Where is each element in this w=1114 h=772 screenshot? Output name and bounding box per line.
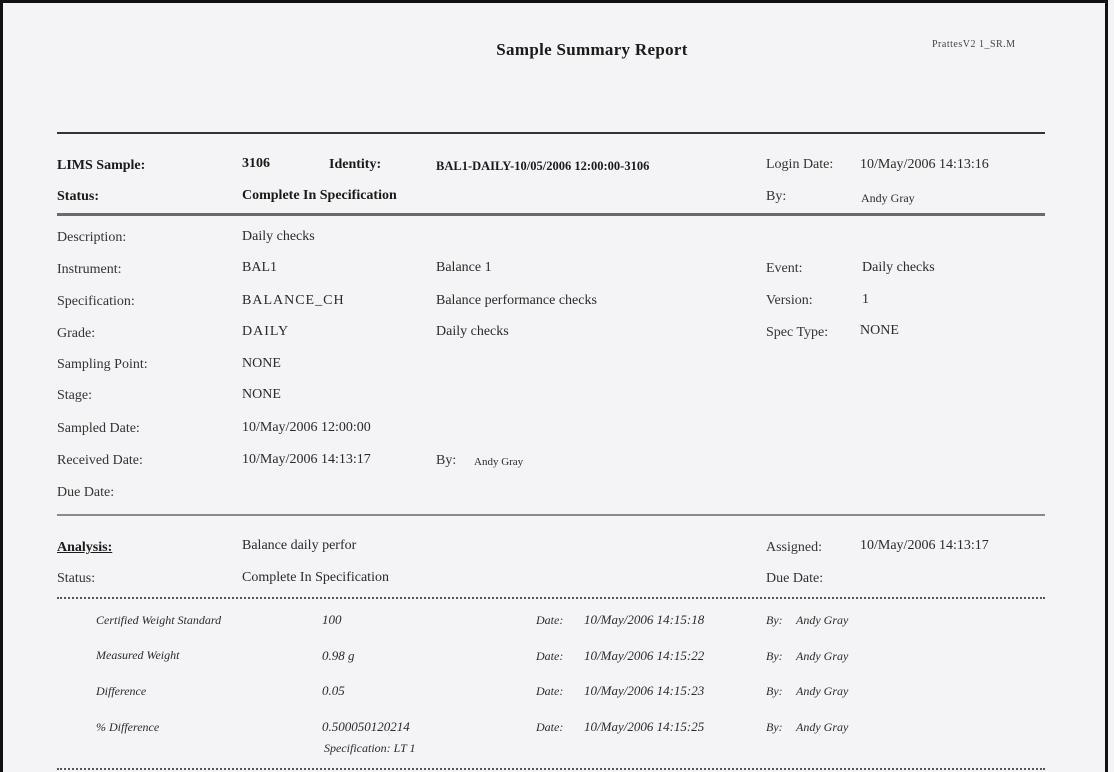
result-value: 100 xyxy=(322,612,342,627)
due-date-label: Due Date: xyxy=(57,485,115,500)
login-date-value: 10/May/2006 14:13:16 xyxy=(860,157,989,172)
description-value: Daily checks xyxy=(242,229,315,244)
result-by: Andy Gray xyxy=(796,649,849,663)
result-value: 0.500050120214 xyxy=(322,719,410,734)
specification-label: Specification: xyxy=(57,294,135,309)
analysis-status-value: Complete In Specification xyxy=(242,570,389,585)
result-name: Certified Weight Standard xyxy=(96,613,222,627)
result-by-label: By: xyxy=(766,613,783,627)
result-value: 0.05 xyxy=(322,683,345,698)
result-date-label: Date: xyxy=(536,684,564,698)
identity-label: Identity: xyxy=(329,157,382,172)
analysis-status-label: Status: xyxy=(57,571,96,586)
grade-value: DAILY xyxy=(242,324,290,339)
result-date-label: Date: xyxy=(536,649,564,663)
specification-description: Balance performance checks xyxy=(436,293,597,308)
result-date: 10/May/2006 14:15:18 xyxy=(584,612,705,627)
analysis-due-date-label: Due Date: xyxy=(766,571,824,586)
result-date: 10/May/2006 14:15:22 xyxy=(584,648,705,663)
by-label: By: xyxy=(766,189,787,204)
result-by-label: By: xyxy=(766,649,783,663)
result-date-label: Date: xyxy=(536,720,564,734)
result-by: Andy Gray xyxy=(796,613,849,627)
result-name: % Difference xyxy=(96,720,160,734)
lims-sample-label: LIMS Sample: xyxy=(57,158,146,173)
identity-value: BAL1-DAILY-10/05/2006 12:00:00-3106 xyxy=(436,159,650,173)
assigned-value: 10/May/2006 14:13:17 xyxy=(860,538,989,553)
header-divider xyxy=(57,132,1045,134)
received-date-value: 10/May/2006 14:13:17 xyxy=(242,452,371,467)
result-by-label: By: xyxy=(766,720,783,734)
stage-value: NONE xyxy=(242,387,281,402)
result-specification-note: Specification: LT 1 xyxy=(324,741,416,755)
sampling-point-value: NONE xyxy=(242,356,281,371)
analysis-dotted-divider xyxy=(57,597,1045,599)
status-value: Complete In Specification xyxy=(242,188,397,203)
grade-description: Daily checks xyxy=(436,324,509,339)
instrument-description: Balance 1 xyxy=(436,260,492,275)
spec-type-label: Spec Type: xyxy=(766,325,829,340)
version-value: 1 xyxy=(862,292,869,307)
received-date-label: Received Date: xyxy=(57,453,143,468)
assigned-label: Assigned: xyxy=(766,540,822,555)
analysis-value: Balance daily perfor xyxy=(242,538,357,553)
instrument-label: Instrument: xyxy=(57,262,122,277)
stage-label: Stage: xyxy=(57,388,92,403)
event-label: Event: xyxy=(766,261,803,276)
details-divider xyxy=(57,514,1045,516)
sampling-point-label: Sampling Point: xyxy=(57,357,148,372)
result-name: Difference xyxy=(96,684,147,698)
spec-type-value: NONE xyxy=(860,323,899,338)
instrument-value: BAL1 xyxy=(242,260,277,275)
result-name: Measured Weight xyxy=(96,648,180,662)
results-dotted-divider xyxy=(57,768,1045,770)
version-label: Version: xyxy=(766,293,813,308)
analysis-label: Analysis: xyxy=(57,540,113,555)
result-date-label: Date: xyxy=(536,613,564,627)
report-id: PrattesV2 1_SR.M xyxy=(932,39,1016,50)
specification-value: BALANCE_CH xyxy=(242,293,345,308)
lims-sample-value: 3106 xyxy=(242,156,270,171)
by-value: Andy Gray xyxy=(861,191,915,205)
result-date: 10/May/2006 14:15:25 xyxy=(584,719,705,734)
grade-label: Grade: xyxy=(57,326,96,341)
login-date-label: Login Date: xyxy=(766,157,834,172)
result-date: 10/May/2006 14:15:23 xyxy=(584,683,705,698)
result-by: Andy Gray xyxy=(796,684,849,698)
result-by-label: By: xyxy=(766,684,783,698)
sampled-date-value: 10/May/2006 12:00:00 xyxy=(242,420,371,435)
result-value: 0.98 g xyxy=(322,648,355,663)
sample-header-divider xyxy=(57,213,1045,216)
description-label: Description: xyxy=(57,230,127,245)
result-by: Andy Gray xyxy=(796,720,849,734)
received-by-value: Andy Gray xyxy=(474,456,524,468)
status-label: Status: xyxy=(57,189,100,204)
event-value: Daily checks xyxy=(862,260,935,275)
sampled-date-label: Sampled Date: xyxy=(57,421,140,436)
received-by-label: By: xyxy=(436,453,457,468)
